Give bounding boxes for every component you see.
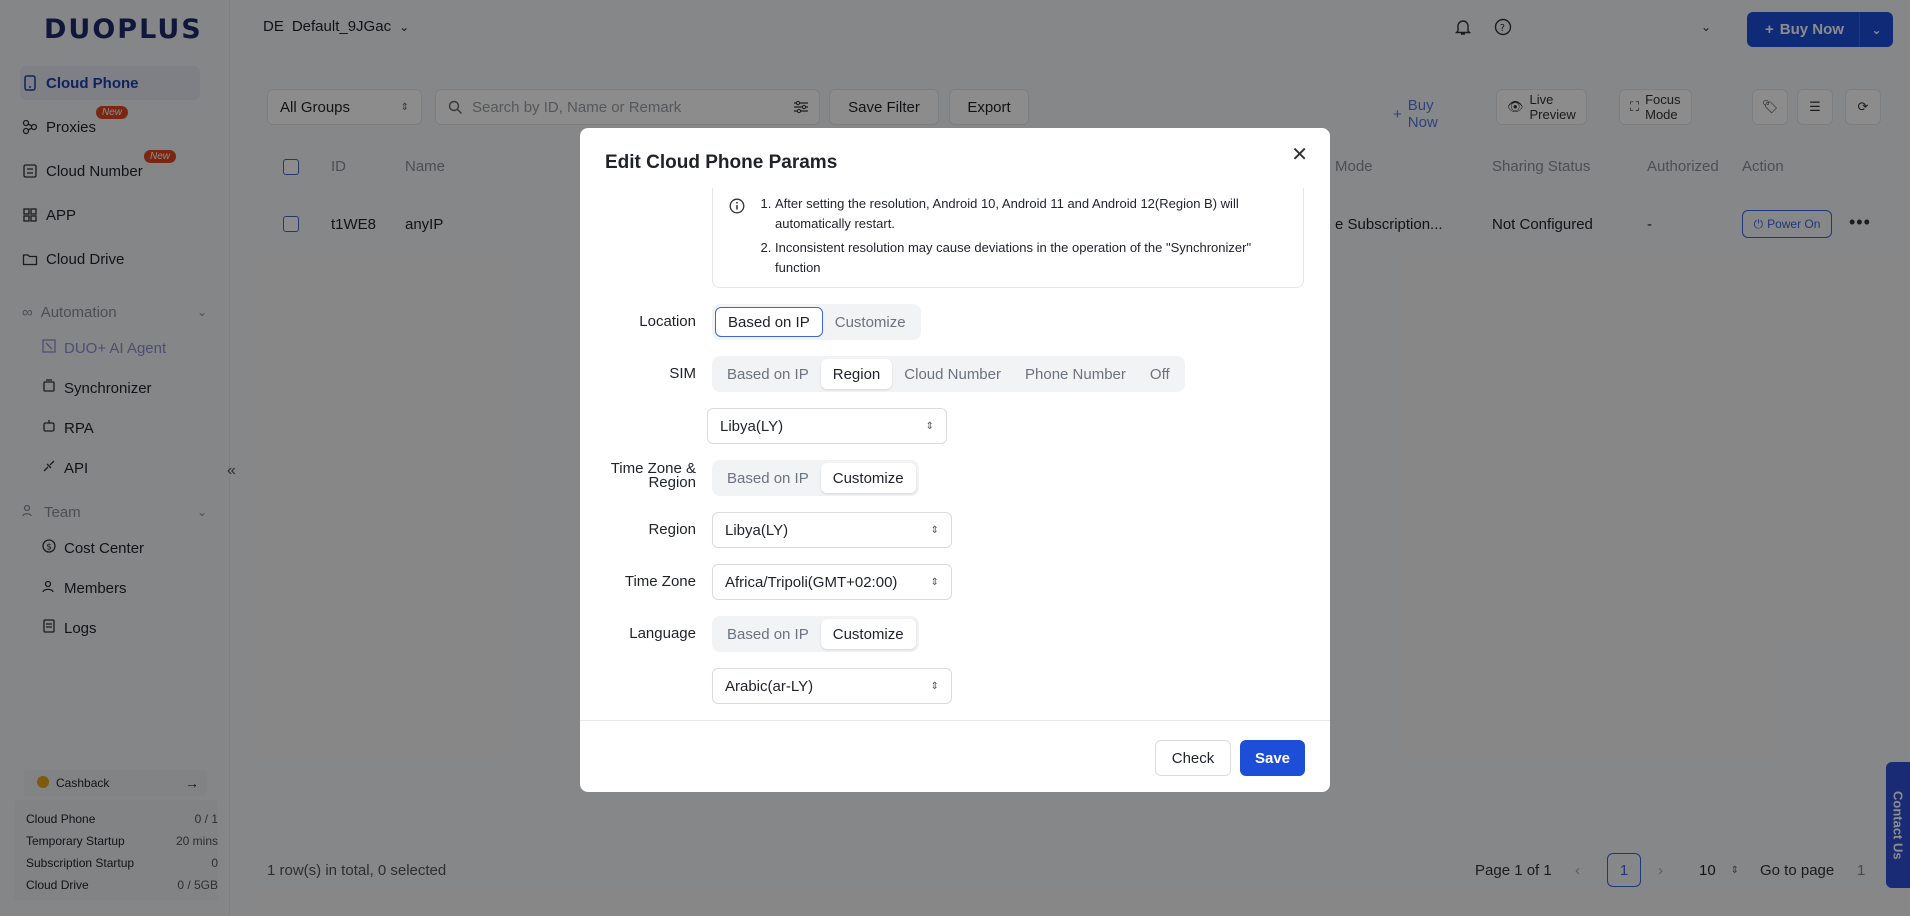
sort-arrows-icon: ⇕ <box>925 420 934 432</box>
location-segmented: Based on IP Customize <box>712 304 921 340</box>
region-select[interactable]: Libya(LY) ⇕ <box>712 512 952 548</box>
language-select[interactable]: Arabic(ar-LY) ⇕ <box>712 668 952 704</box>
modal-title: Edit Cloud Phone Params <box>605 152 838 173</box>
sim-region-select[interactable]: Libya(LY) ⇕ <box>707 408 947 444</box>
notice-item: Inconsistent resolution may cause deviat… <box>775 238 1292 278</box>
timezone-region-segmented: Based on IP Customize <box>712 460 919 496</box>
sort-arrows-icon: ⇕ <box>930 524 939 536</box>
location-option-based-on-ip[interactable]: Based on IP <box>715 307 823 337</box>
sim-region-value: Libya(LY) <box>720 417 784 435</box>
check-button[interactable]: Check <box>1155 740 1231 776</box>
resolution-notice: After setting the resolution, Android 10… <box>712 188 1304 288</box>
sim-option-cloud-number[interactable]: Cloud Number <box>892 359 1013 389</box>
language-option-based-on-ip[interactable]: Based on IP <box>715 619 821 649</box>
region-value: Libya(LY) <box>725 521 789 539</box>
time-zone-select[interactable]: Africa/Tripoli(GMT+02:00) ⇕ <box>712 564 952 600</box>
save-button[interactable]: Save <box>1240 740 1305 776</box>
time-zone-value: Africa/Tripoli(GMT+02:00) <box>725 573 898 591</box>
modal-body[interactable]: After setting the resolution, Android 10… <box>580 188 1330 721</box>
language-value: Arabic(ar-LY) <box>725 677 814 695</box>
region-label: Region <box>648 521 696 538</box>
notice-list: After setting the resolution, Android 10… <box>757 194 1292 282</box>
timezone-region-label: Time Zone & Region <box>610 460 696 491</box>
sim-option-phone-number[interactable]: Phone Number <box>1013 359 1138 389</box>
location-option-customize[interactable]: Customize <box>823 307 918 337</box>
close-icon[interactable]: ✕ <box>1291 142 1308 167</box>
sim-option-off[interactable]: Off <box>1138 359 1182 389</box>
sim-label: SIM <box>669 365 696 382</box>
time-zone-label: Time Zone <box>624 573 696 590</box>
notice-item: After setting the resolution, Android 10… <box>775 194 1292 234</box>
tz-option-based-on-ip[interactable]: Based on IP <box>715 463 821 493</box>
sim-option-region[interactable]: Region <box>820 359 893 389</box>
tz-option-customize[interactable]: Customize <box>820 463 916 493</box>
language-segmented: Based on IP Customize <box>712 616 919 652</box>
language-label: Language <box>629 625 696 642</box>
sim-segmented: Based on IP Region Cloud Number Phone Nu… <box>712 356 1185 392</box>
sort-arrows-icon: ⇕ <box>930 576 939 588</box>
sim-option-based-on-ip[interactable]: Based on IP <box>715 359 821 389</box>
sort-arrows-icon: ⇕ <box>930 680 939 692</box>
language-option-customize[interactable]: Customize <box>820 619 916 649</box>
edit-params-modal: Edit Cloud Phone Params ✕ After setting … <box>580 128 1330 792</box>
info-icon <box>729 198 745 217</box>
location-label: Location <box>639 313 696 330</box>
